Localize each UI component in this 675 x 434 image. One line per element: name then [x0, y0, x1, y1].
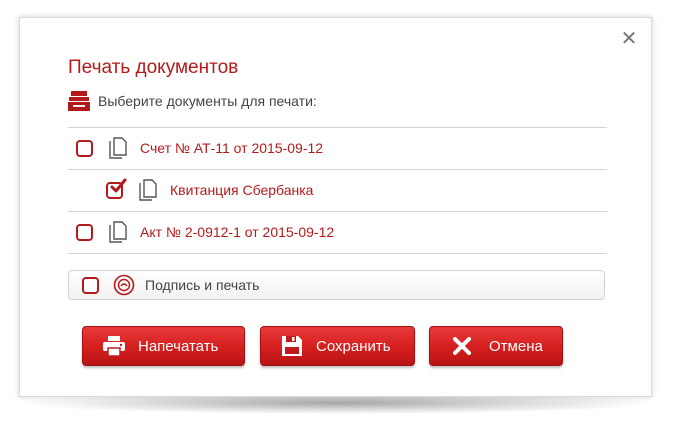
dialog-subtitle: Выберите документы для печати:	[68, 91, 317, 111]
dialog-title: Печать документов	[68, 57, 239, 78]
document-label[interactable]: Акт № 2-0912-1 от 2015-09-12	[140, 224, 334, 240]
document-row-receipt[interactable]: Квитанция Сбербанка	[106, 178, 313, 202]
copy-document-icon	[139, 179, 157, 201]
printer-icon	[103, 336, 125, 356]
stamp-seal-icon	[113, 274, 135, 296]
signature-checkbox[interactable]	[82, 276, 99, 294]
save-button-label: Сохранить	[316, 337, 391, 355]
document-checkbox[interactable]	[106, 178, 127, 199]
signature-stamp-option[interactable]: Подпись и печать	[68, 270, 605, 300]
close-icon[interactable]: ✕	[620, 29, 638, 49]
print-documents-dialog: ✕ Печать документов Выберите документы д…	[19, 17, 652, 397]
subtitle-text: Выберите документы для печати:	[98, 93, 317, 109]
document-row-invoice[interactable]: Счет № АТ-11 от 2015-09-12	[76, 136, 323, 160]
divider	[68, 211, 607, 212]
document-label[interactable]: Квитанция Сбербанка	[170, 182, 313, 198]
cancel-x-icon	[453, 337, 471, 355]
cancel-button-label: Отмена	[489, 337, 543, 355]
copy-document-icon	[109, 137, 127, 159]
document-row-act[interactable]: Акт № 2-0912-1 от 2015-09-12	[76, 220, 334, 244]
save-button[interactable]: Сохранить	[260, 326, 415, 366]
document-label[interactable]: Счет № АТ-11 от 2015-09-12	[140, 140, 323, 156]
print-button-label: Напечатать	[138, 337, 219, 355]
document-checkbox[interactable]	[76, 139, 93, 157]
cancel-button[interactable]: Отмена	[429, 326, 563, 366]
document-checkbox[interactable]	[76, 223, 93, 241]
copy-document-icon	[109, 221, 127, 243]
signature-label[interactable]: Подпись и печать	[145, 277, 259, 293]
print-button[interactable]: Напечатать	[82, 326, 245, 366]
divider	[68, 127, 607, 128]
divider	[68, 169, 607, 170]
printer-stack-icon	[68, 91, 90, 111]
divider	[68, 253, 607, 254]
floppy-disk-icon	[282, 336, 302, 356]
checkmark-icon	[110, 178, 127, 192]
